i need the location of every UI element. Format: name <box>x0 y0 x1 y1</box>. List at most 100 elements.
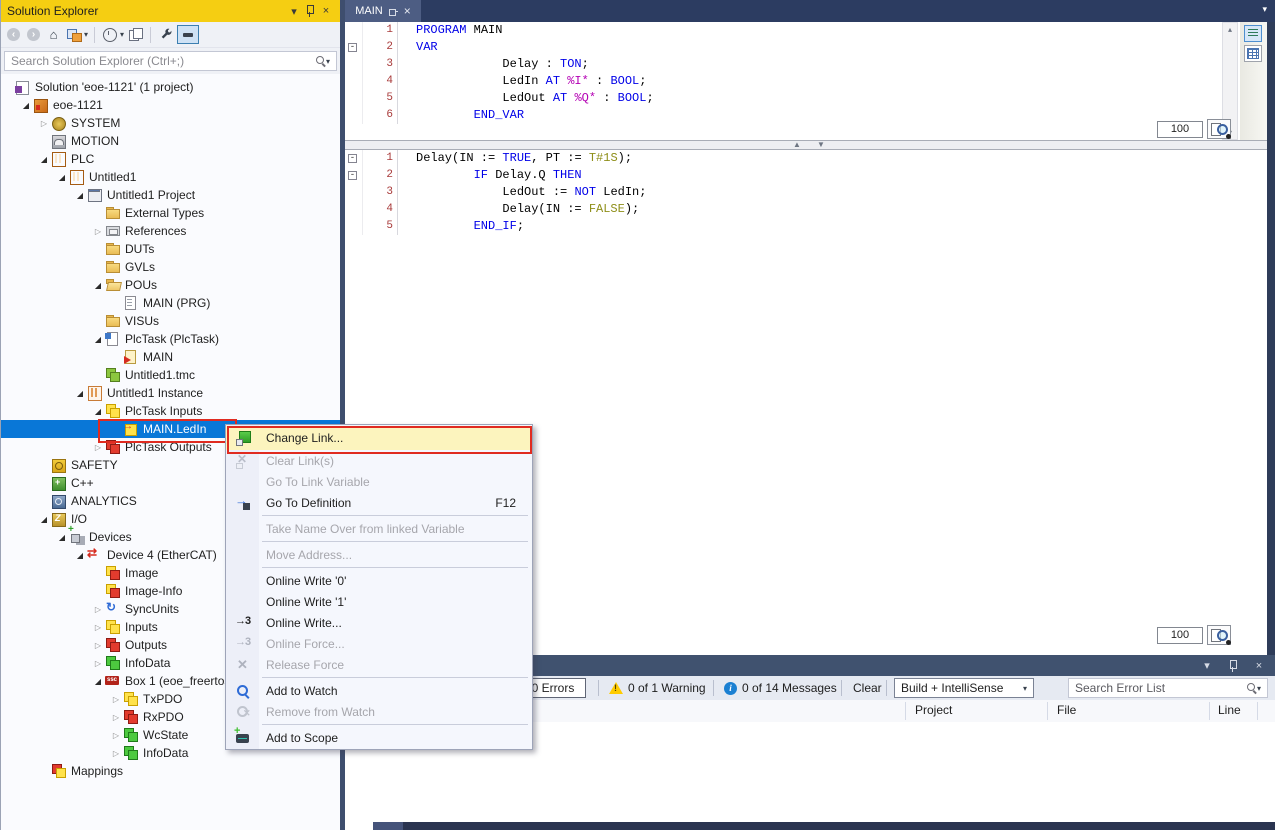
tab-list-chevron-icon[interactable]: ▾ <box>1262 4 1267 15</box>
column-header-file[interactable]: File <box>1057 703 1076 717</box>
expander-icon[interactable]: ◢ <box>55 533 69 542</box>
expander-icon[interactable]: ▷ <box>91 443 105 452</box>
tree-item-plctask-inputs[interactable]: ◢PlcTask Inputs <box>1 402 340 420</box>
expander-icon[interactable]: ▷ <box>91 659 105 668</box>
pin-icon[interactable] <box>302 3 318 19</box>
menu-item-online-write-1[interactable]: Online Write '1' <box>226 591 532 612</box>
column-header-line[interactable]: Line <box>1218 703 1241 717</box>
home-button[interactable]: ⌂ <box>45 26 62 43</box>
tree-item-external-types[interactable]: External Types <box>1 204 340 222</box>
warnings-filter-button[interactable]: 0 of 1 Warning <box>609 678 706 698</box>
panel-menu-icon[interactable]: ▾ <box>1199 658 1215 674</box>
expander-icon[interactable]: ▷ <box>91 623 105 632</box>
close-icon[interactable]: × <box>318 3 334 19</box>
tree-item-references[interactable]: ▷References <box>1 222 340 240</box>
tree-item-gvls[interactable]: GVLs <box>1 258 340 276</box>
close-icon[interactable]: × <box>404 4 411 18</box>
tree-item-eoe-1121[interactable]: ◢eoe-1121 <box>1 96 340 114</box>
pushpin-icon[interactable] <box>389 7 398 16</box>
collapse-icon[interactable]: - <box>348 171 357 180</box>
fold-margin[interactable]: - <box>345 150 363 167</box>
code-line[interactable]: 3 Delay : TON; <box>345 56 1275 73</box>
tree-item-system[interactable]: ▷SYSTEM <box>1 114 340 132</box>
code-line[interactable]: 5 END_IF; <box>345 218 1275 235</box>
search-input[interactable]: Search Solution Explorer (Ctrl+;) ▾ <box>4 51 337 71</box>
expander-icon[interactable]: ▷ <box>37 119 51 128</box>
code-line[interactable]: -1Delay(IN := TRUE, PT := T#1S); <box>345 150 1275 167</box>
menu-item-go-to-definition[interactable]: Go To DefinitionF12 <box>226 492 532 513</box>
expander-icon[interactable]: ◢ <box>91 407 105 416</box>
tree-item-untitled1-instance[interactable]: ◢Untitled1 Instance <box>1 384 340 402</box>
expander-icon[interactable]: ◢ <box>73 191 87 200</box>
code-line[interactable]: 3 LedOut := NOT LedIn; <box>345 184 1275 201</box>
expander-icon[interactable]: ◢ <box>91 677 105 686</box>
fold-margin[interactable]: - <box>345 39 363 56</box>
tree-item-main[interactable]: MAIN <box>1 348 340 366</box>
editor-splitter[interactable]: ▲ ▼ <box>345 140 1275 150</box>
expander-icon[interactable]: ▷ <box>91 641 105 650</box>
expander-icon[interactable]: ◢ <box>37 155 51 164</box>
expander-icon[interactable]: ▷ <box>109 713 123 722</box>
menu-item-add-to-scope[interactable]: Add to Scope <box>226 727 532 748</box>
menu-item-online-write[interactable]: Online Write... <box>226 612 532 633</box>
code-line[interactable]: 5 LedOut AT %Q* : BOOL; <box>345 90 1275 107</box>
menu-item-add-to-watch[interactable]: Add to Watch <box>226 680 532 701</box>
expander-icon[interactable]: ◢ <box>91 281 105 290</box>
code-line[interactable]: 6 END_VAR <box>345 107 1275 124</box>
expander-icon[interactable]: ◢ <box>73 551 87 560</box>
menu-item-online-write-0[interactable]: Online Write '0' <box>226 570 532 591</box>
back-button[interactable]: ‹ <box>5 26 22 43</box>
tab-main[interactable]: MAIN × <box>345 0 421 22</box>
tree-item-untitled1[interactable]: ◢Untitled1 <box>1 168 340 186</box>
code-line[interactable]: -2VAR <box>345 39 1275 56</box>
expander-icon[interactable]: ◢ <box>19 101 33 110</box>
code-line[interactable]: 4 Delay(IN := FALSE); <box>345 201 1275 218</box>
splitter-up-icon[interactable]: ▲ <box>793 140 801 150</box>
tree-item-mappings[interactable]: Mappings <box>1 762 340 780</box>
fold-margin[interactable]: - <box>345 167 363 184</box>
pin-icon[interactable] <box>1225 658 1241 674</box>
zoom-level-box[interactable]: 100 <box>1157 121 1203 138</box>
code-line[interactable]: 4 LedIn AT %I* : BOOL; <box>345 73 1275 90</box>
expander-icon[interactable]: ◢ <box>73 389 87 398</box>
zoom-magnifier-button[interactable] <box>1207 625 1231 645</box>
expander-icon[interactable]: ◢ <box>37 515 51 524</box>
expander-icon[interactable]: ▷ <box>91 227 105 236</box>
expander-icon[interactable]: ◢ <box>91 335 105 344</box>
pending-changes-button[interactable] <box>101 26 118 43</box>
collapse-icon[interactable]: - <box>348 43 357 52</box>
zoom-level-box[interactable]: 100 <box>1157 627 1203 644</box>
chevron-down-icon[interactable]: ▾ <box>120 30 124 39</box>
scroll-up-icon[interactable]: ▴ <box>1223 25 1237 34</box>
zoom-magnifier-button[interactable] <box>1207 119 1231 139</box>
tree-item-main-prg[interactable]: MAIN (PRG) <box>1 294 340 312</box>
expander-icon[interactable]: ▷ <box>109 731 123 740</box>
forward-button[interactable]: › <box>25 26 42 43</box>
messages-filter-button[interactable]: i 0 of 14 Messages <box>724 678 837 698</box>
expander-icon[interactable]: ▷ <box>109 749 123 758</box>
splitter-down-icon[interactable]: ▼ <box>817 140 825 150</box>
build-filter-dropdown[interactable]: Build + IntelliSense ▾ <box>894 678 1034 698</box>
properties-button[interactable] <box>157 26 174 43</box>
preview-selected-items-button[interactable] <box>177 25 199 44</box>
expander-icon[interactable]: ◢ <box>55 173 69 182</box>
tree-item-untitled1-project[interactable]: ◢Untitled1 Project <box>1 186 340 204</box>
tree-item-motion[interactable]: MOTION <box>1 132 340 150</box>
collapse-icon[interactable]: - <box>348 154 357 163</box>
sync-with-document-button[interactable] <box>127 26 144 43</box>
tree-item-visus[interactable]: VISUs <box>1 312 340 330</box>
tree-item-untitled1-tmc[interactable]: Untitled1.tmc <box>1 366 340 384</box>
solution-explorer-titlebar[interactable]: Solution Explorer ▾ × <box>1 0 340 22</box>
menu-item-change-link[interactable]: Change Link... <box>226 426 532 450</box>
close-icon[interactable]: × <box>1251 658 1267 674</box>
text-view-button[interactable] <box>1244 25 1262 42</box>
tree-item-duts[interactable]: DUTs <box>1 240 340 258</box>
tree-item-plctask-plctask[interactable]: ◢PlcTask (PlcTask) <box>1 330 340 348</box>
error-list-search-input[interactable]: Search Error List ▾ <box>1068 678 1268 698</box>
clear-button[interactable]: Clear <box>853 678 882 698</box>
tree-item-plc[interactable]: ◢PLC <box>1 150 340 168</box>
table-view-button[interactable] <box>1244 45 1262 62</box>
panel-menu-icon[interactable]: ▾ <box>286 3 302 19</box>
expander-icon[interactable]: ▷ <box>91 605 105 614</box>
tree-item-pous[interactable]: ◢POUs <box>1 276 340 294</box>
